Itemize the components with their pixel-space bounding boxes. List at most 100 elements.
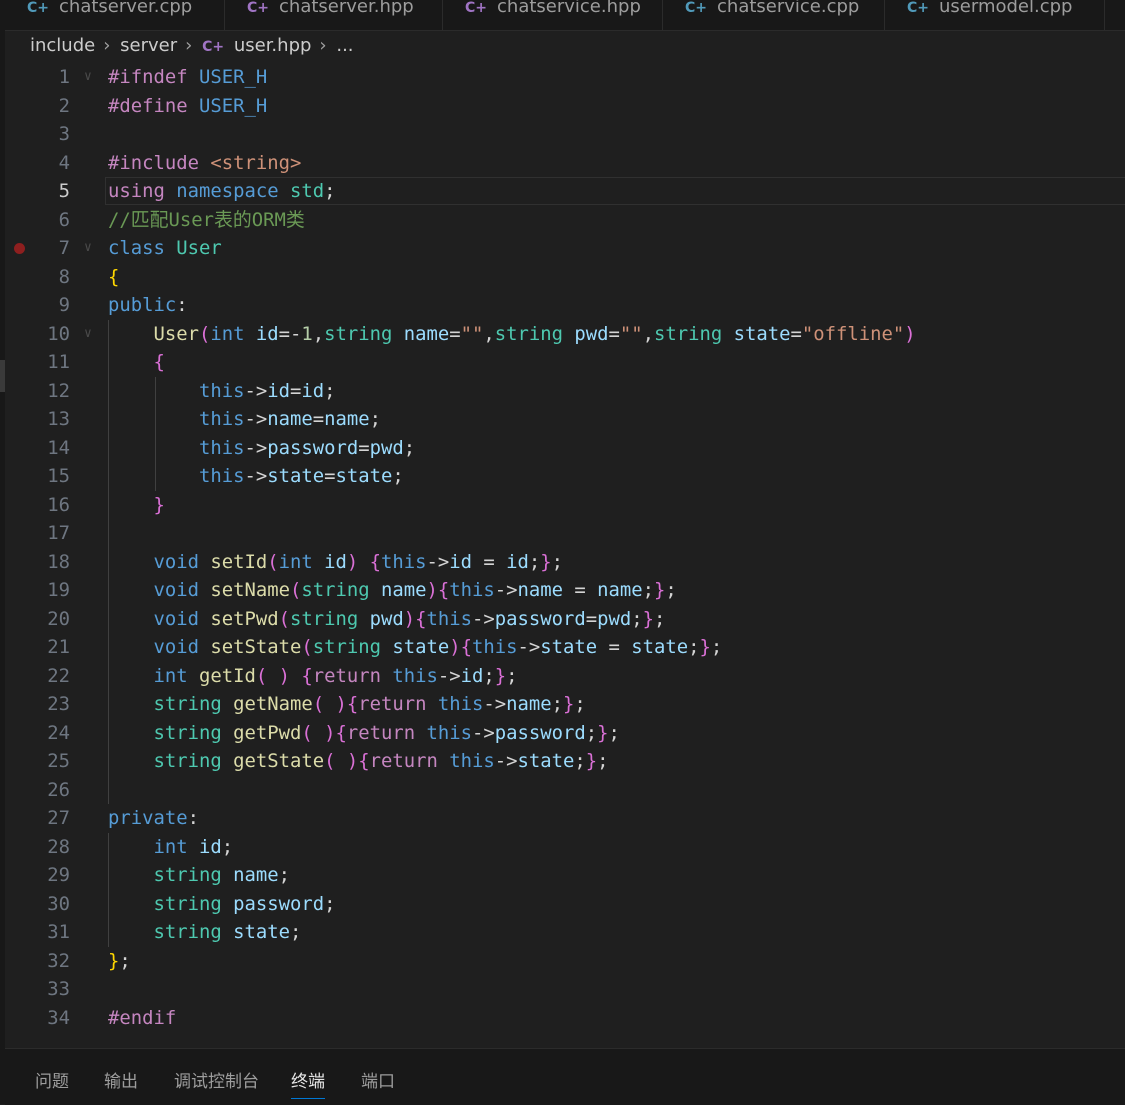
code-line[interactable]: 33 <box>0 975 1125 1004</box>
code-line[interactable]: 30 string password; <box>0 889 1125 918</box>
token: setId <box>210 550 268 573</box>
token: { <box>335 721 347 744</box>
line-number: 9 <box>58 294 70 316</box>
code-line[interactable]: 28 int id; <box>0 832 1125 862</box>
token: , <box>642 322 654 345</box>
tab-chatservice-hpp[interactable]: C+ chatservice.hpp <box>443 0 663 30</box>
token: void <box>153 636 211 658</box>
token: ; <box>688 636 700 658</box>
code-line[interactable]: 4 #include <string> <box>0 149 1125 178</box>
token: this <box>199 408 245 430</box>
token: ( <box>301 636 313 658</box>
breadcrumb-file[interactable]: user.hpp <box>234 35 312 56</box>
code-line[interactable]: 16 } <box>0 490 1125 520</box>
code-line[interactable]: 10 ∨ User(int id=-1,string name="",string… <box>0 319 1125 349</box>
breadcrumb-server[interactable]: server <box>120 35 177 56</box>
token: ; <box>528 550 541 573</box>
token: getName <box>233 693 313 715</box>
chevron-right-icon: › <box>103 35 111 56</box>
code-line[interactable]: 14 this->password=pwd; <box>0 433 1125 462</box>
line-number: 21 <box>47 636 70 658</box>
token: string <box>153 892 234 915</box>
code-line[interactable]: 20 void setPwd(string pwd){this->passwor… <box>0 604 1125 633</box>
breadcrumb-include[interactable]: include <box>30 35 95 56</box>
token: this <box>437 693 484 715</box>
code-line[interactable]: 34 #endif <box>0 1004 1125 1033</box>
panel-tab-output[interactable]: 输出 <box>104 1067 138 1092</box>
code-line[interactable]: 13 this->name=name; <box>0 405 1125 434</box>
code-line[interactable]: 5 using namespace std; <box>0 177 1125 206</box>
code-line[interactable]: 9 public: <box>0 291 1125 320</box>
code-line[interactable]: 18 void setId(int id) {this->id = id;}; <box>0 547 1125 576</box>
code-line[interactable]: 22 int getId( ) {return this->id;}; <box>0 661 1125 690</box>
tab-chatserver-hpp[interactable]: C+ chatserver.hpp <box>225 0 443 30</box>
code-line[interactable]: 11 { <box>0 348 1125 377</box>
line-text: int id; <box>108 833 234 862</box>
fold-chevron-icon[interactable]: ∨ <box>84 320 92 349</box>
code-line[interactable]: 29 string name; <box>0 861 1125 890</box>
token: { <box>358 750 370 772</box>
token: string <box>324 322 404 345</box>
token: = <box>790 322 802 345</box>
code-line[interactable]: 17 <box>0 519 1125 548</box>
line-number: 33 <box>47 978 70 1000</box>
token: USER_H <box>199 66 268 88</box>
panel-tab-debug-console[interactable]: 调试控制台 <box>174 1067 259 1092</box>
code-line[interactable]: 8{ <box>0 263 1125 292</box>
fold-chevron-icon[interactable]: ∨ <box>84 234 92 263</box>
breadcrumb-more[interactable]: ... <box>336 35 353 56</box>
breadcrumb: include › server › C+ user.hpp › ... <box>30 35 358 56</box>
token: ; <box>324 379 336 402</box>
code-line[interactable]: 19 void setName(string name){this->name … <box>0 576 1125 605</box>
token: string <box>153 750 234 772</box>
line-text: }; <box>108 947 131 976</box>
code-line[interactable]: 12 this->id=id; <box>0 376 1125 405</box>
token: state <box>540 636 598 658</box>
line-text: #define USER_H <box>108 92 267 121</box>
panel-tab-problems[interactable]: 问题 <box>35 1067 69 1092</box>
code-line[interactable]: 7 ∨ class User <box>0 234 1125 263</box>
token: int <box>153 664 199 687</box>
token: setState <box>210 636 302 658</box>
tab-chatservice-cpp[interactable]: C+ chatservice.cpp <box>663 0 885 30</box>
fold-chevron-icon[interactable]: ∨ <box>84 63 92 92</box>
code-line[interactable]: 21 void setState(string state){this->sta… <box>0 633 1125 662</box>
code-line[interactable]: 15 this->state=state; <box>0 462 1125 491</box>
panel-tab-ports[interactable]: 端口 <box>361 1067 395 1092</box>
indent-guide <box>108 775 109 804</box>
token: ; <box>119 949 131 972</box>
code-line[interactable]: 3 <box>0 120 1125 149</box>
code-line[interactable]: 27 private: <box>0 804 1125 833</box>
token: getId <box>199 664 256 687</box>
token: void <box>153 579 211 601</box>
code-line[interactable]: 23 string getName( ){return this->name;}… <box>0 690 1125 719</box>
code-line[interactable]: 31 string state; <box>0 918 1125 947</box>
token: ( <box>278 607 290 630</box>
token: ; <box>642 579 654 601</box>
code-line[interactable]: 6 //匹配User表的ORM类 <box>0 206 1125 235</box>
code-line[interactable]: 32}; <box>0 947 1125 976</box>
code-line[interactable]: 1 ∨ #ifndef USER_H <box>0 63 1125 92</box>
panel-tab-terminal[interactable]: 终端 <box>291 1067 325 1099</box>
code-line[interactable]: 2 #define USER_H <box>0 92 1125 121</box>
tab-usermodel-cpp[interactable]: C+ usermodel.cpp <box>885 0 1105 30</box>
code-line[interactable]: 25 string getState( ){return this->state… <box>0 747 1125 776</box>
code-line[interactable]: 26 <box>0 775 1125 804</box>
line-text: } <box>108 491 165 520</box>
editor-tabs: C+ chatserver.cpp C+ chatserver.hpp C+ chatse… <box>5 0 1125 31</box>
token: ) <box>324 721 336 744</box>
token: { <box>460 636 472 658</box>
hpp-file-icon: C+ <box>247 0 270 16</box>
tab-chatserver-cpp[interactable]: C+ chatserver.cpp <box>5 0 225 30</box>
token: } <box>108 949 120 972</box>
token: : <box>176 294 188 316</box>
code-editor[interactable]: 1 ∨ #ifndef USER_H 2 #define USER_H 3 4 #includ… <box>0 63 1125 1032</box>
line-text: using namespace std; <box>108 177 335 206</box>
token: { <box>153 351 165 373</box>
code-line[interactable]: 24 string getPwd( ){return this->passwor… <box>0 718 1125 747</box>
token: string <box>494 322 575 345</box>
